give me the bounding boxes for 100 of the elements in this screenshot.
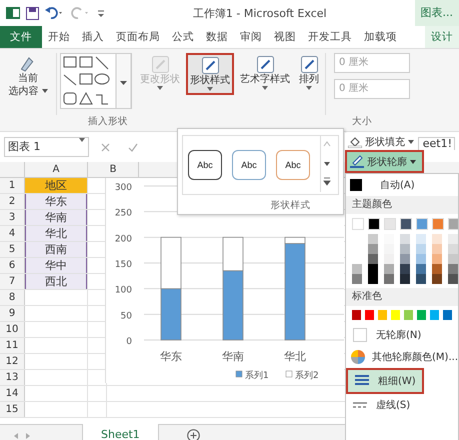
bar[interactable]: [284, 236, 306, 244]
caret-icon: [262, 86, 268, 90]
brush-icon: [300, 56, 318, 73]
menu-item[interactable]: 粗细(W): [346, 368, 424, 394]
caret-icon: [157, 86, 163, 90]
ribbon-tab[interactable]: 视图: [268, 26, 302, 48]
brush-icon: [256, 56, 274, 73]
legend-label: 系列2: [295, 371, 319, 381]
ribbon-tab[interactable]: 加载项: [358, 26, 403, 48]
paint-bucket-icon: [348, 136, 362, 148]
shapes-gallery[interactable]: [60, 53, 132, 109]
shape-style-option[interactable]: Abc: [188, 150, 222, 180]
row-number[interactable]: 15: [0, 402, 25, 417]
group-label: 大小: [352, 115, 372, 129]
menu-item[interactable]: 其他轮廓颜色(M)...: [346, 346, 458, 368]
table-cell: 西南: [25, 242, 88, 257]
ribbon-button[interactable]: 排列: [296, 53, 322, 93]
caret-icon: [207, 87, 213, 91]
shape-style-option[interactable]: Abc: [276, 150, 310, 180]
ribbon-tab[interactable]: 开始: [42, 26, 76, 48]
category-label: 华南: [222, 350, 244, 363]
category-label: 华北: [284, 350, 306, 363]
legend-label: 系列1: [245, 371, 269, 381]
sheet-tab[interactable]: Sheet1: [82, 424, 159, 440]
color-wheel-icon: [350, 349, 366, 365]
ribbon-tab[interactable]: 审阅: [234, 26, 268, 48]
row-number[interactable]: 4: [0, 226, 25, 241]
menu-item[interactable]: 自动(A): [346, 174, 458, 196]
ribbon-tab[interactable]: 插入: [76, 26, 110, 48]
pen-icon: [350, 155, 364, 168]
undo-icon[interactable]: [45, 7, 65, 19]
bar[interactable]: [160, 236, 182, 290]
caret-icon: [306, 86, 312, 90]
table-cell: 华北: [25, 226, 88, 241]
add-sheet-icon[interactable]: [186, 429, 200, 440]
ribbon-tab[interactable]: 开发工具: [302, 26, 358, 48]
previous-sheet-icon[interactable]: [14, 432, 18, 438]
dash-line-icon: [352, 402, 368, 408]
caret-icon: [79, 138, 85, 142]
row-number[interactable]: 10: [0, 322, 25, 337]
current-selection-button[interactable]: 当前 选内容: [3, 53, 53, 101]
ribbon-tab[interactable]: 设计: [425, 26, 459, 48]
axis-tick-label: 150: [114, 260, 132, 270]
column-header[interactable]: B: [88, 162, 139, 177]
shape-style-option[interactable]: Abc: [232, 150, 266, 180]
save-icon[interactable]: [26, 6, 39, 20]
axis-tick-label: 300: [114, 183, 132, 193]
ribbon-tab[interactable]: 公式: [166, 26, 200, 48]
axis-tick-label: 50: [120, 311, 132, 322]
name-box[interactable]: 图表 1: [4, 137, 89, 157]
gallery-scroll-icon[interactable]: [320, 136, 333, 192]
caret-icon: [408, 140, 414, 144]
row-number[interactable]: 9: [0, 306, 25, 321]
row-number[interactable]: 13: [0, 370, 25, 385]
shape-outline-button[interactable]: 形状轮廓: [345, 150, 424, 173]
ribbon-tab[interactable]: 数据: [200, 26, 234, 48]
caret-icon: [42, 89, 48, 94]
next-sheet-icon[interactable]: [26, 432, 30, 438]
table-cell: 华中: [25, 258, 88, 273]
redo-icon[interactable]: [71, 7, 91, 19]
row-number[interactable]: 11: [0, 338, 25, 353]
axis-tick-label: 250: [114, 208, 132, 219]
excel-logo-icon[interactable]: [6, 6, 20, 20]
axis-tick-label: 100: [114, 286, 132, 296]
table-cell: 地区: [25, 178, 88, 193]
row-number[interactable]: 8: [0, 290, 25, 305]
row-number[interactable]: 7: [0, 274, 25, 289]
ribbon-tab[interactable]: 文件: [0, 26, 42, 48]
menu-item[interactable]: 虚线(S): [346, 394, 458, 416]
axis-tick-label: 0: [126, 337, 132, 347]
bar[interactable]: [222, 236, 244, 272]
ribbon-button[interactable]: 艺术字样式: [237, 53, 293, 93]
brush-icon: [152, 56, 168, 73]
window-title: 工作簿1 - Microsoft Excel: [192, 6, 328, 20]
ribbon-tab[interactable]: 页面布局: [110, 26, 166, 48]
row-number[interactable]: 5: [0, 242, 25, 257]
ribbon-button[interactable]: 形状样式: [186, 53, 234, 95]
row-number[interactable]: 14: [0, 386, 25, 401]
customize-icon[interactable]: [97, 8, 105, 18]
axis-tick-label: 200: [114, 234, 132, 244]
table-cell: 华南: [25, 210, 88, 225]
menu-item[interactable]: 无轮廓(N): [346, 324, 458, 346]
eraser-icon: [21, 56, 35, 72]
row-number[interactable]: 3: [0, 210, 25, 225]
menu-section-header: 标准色: [346, 288, 458, 306]
group-label: 插入形状: [88, 115, 128, 129]
line-weight-icon: [354, 374, 370, 388]
category-label: 华东: [160, 350, 182, 363]
row-number[interactable]: 12: [0, 354, 25, 369]
table-cell: 华东: [25, 194, 88, 209]
brush-icon: [202, 57, 218, 74]
context-tab-label[interactable]: 图表...: [414, 0, 459, 26]
row-number[interactable]: 2: [0, 194, 25, 209]
group-label: 形状样式: [270, 199, 310, 212]
menu-section-header: 主题颜色: [346, 196, 458, 214]
formula-field[interactable]: eet1!: [418, 137, 455, 150]
row-number[interactable]: 6: [0, 258, 25, 273]
row-number[interactable]: 1: [0, 178, 25, 193]
table-cell: 西北: [25, 274, 88, 289]
column-header[interactable]: A: [25, 162, 88, 177]
